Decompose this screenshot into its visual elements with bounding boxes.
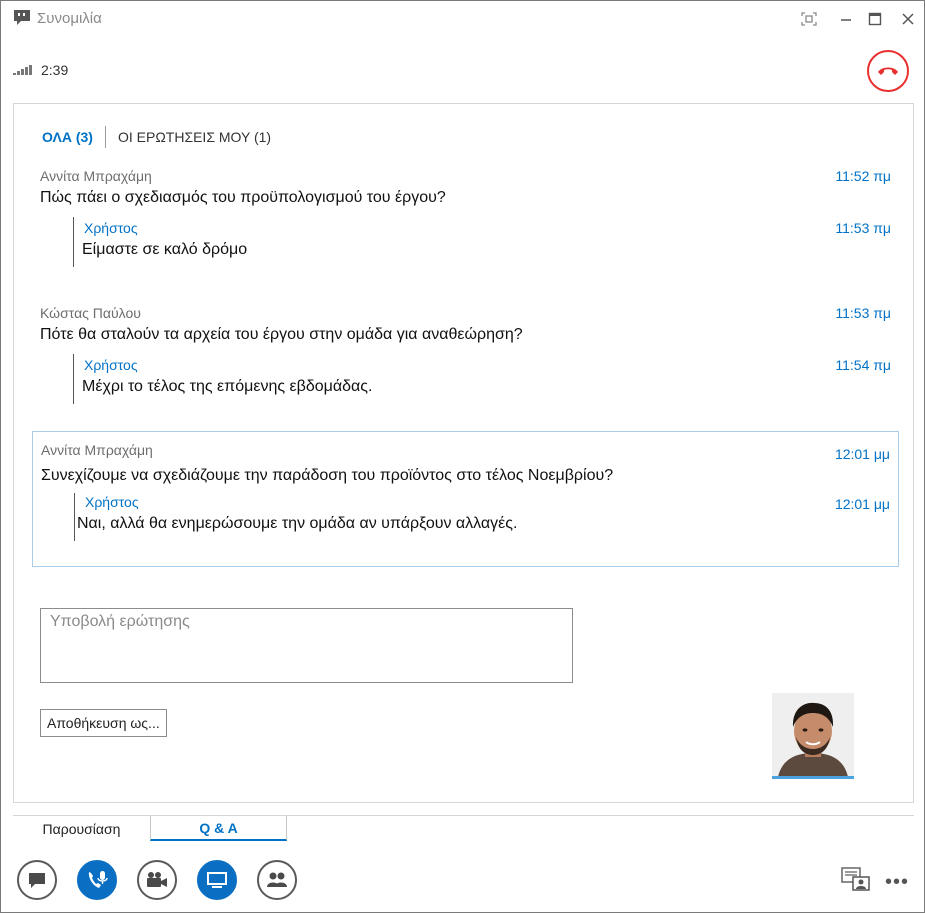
question-thread[interactable]: Αννίτα Μπραχάμη 11:52 πμ Πώς πάει ο σχεδ… <box>32 160 899 272</box>
close-button[interactable] <box>893 7 923 31</box>
reply-divider <box>73 354 74 404</box>
chat-bubble-icon <box>29 873 45 888</box>
conversation-app-icon <box>14 10 30 25</box>
reply-time: 12:01 μμ <box>834 496 890 512</box>
question-time: 11:52 πμ <box>835 168 891 184</box>
person-photo-icon <box>772 693 854 777</box>
conversation-window: Συνομιλία 2:39 ΟΛΑ (3) ΟΙ ΕΡΩΤΗΣΕΙΣ ΜΟΥ … <box>0 0 925 913</box>
avatar-active-indicator <box>772 776 854 779</box>
minimize-button[interactable] <box>831 7 861 31</box>
qa-panel: ΟΛΑ (3) ΟΙ ΕΡΩΤΗΣΕΙΣ ΜΟΥ (1) Αννίτα Μπρα… <box>13 103 914 803</box>
video-camera-icon <box>147 872 167 887</box>
hang-up-button[interactable] <box>867 50 909 92</box>
tab-my-questions[interactable]: ΟΙ ΕΡΩΤΗΣΕΙΣ ΜΟΥ (1) <box>106 129 271 145</box>
question-author: Αννίτα Μπραχάμη <box>41 442 153 458</box>
reply-text: Μέχρι το τέλος της επόμενης εβδομάδας. <box>82 378 373 395</box>
tab-presentation[interactable]: Παρουσίαση <box>13 816 150 841</box>
maximize-button[interactable] <box>860 7 890 31</box>
contact-card-icon <box>841 867 870 891</box>
participants-button[interactable] <box>257 860 297 900</box>
people-icon <box>267 872 287 887</box>
fullscreen-icon <box>801 12 817 26</box>
tab-all-questions[interactable]: ΟΛΑ (3) <box>42 129 105 145</box>
reply-text: Είμαστε σε καλό δρόμο <box>82 241 248 258</box>
fullscreen-button[interactable] <box>794 7 824 31</box>
tab-qa[interactable]: Q & A <box>150 816 287 841</box>
question-text: Συνεχίζουμε να σχεδιάζουμε την παράδοση … <box>41 467 614 484</box>
question-thread-selected[interactable]: Αννίτα Μπραχάμη 12:01 μμ Συνεχίζουμε να … <box>32 431 899 567</box>
qa-filter-tabs: ΟΛΑ (3) ΟΙ ΕΡΩΤΗΣΕΙΣ ΜΟΥ (1) <box>42 126 271 148</box>
audio-button[interactable] <box>77 860 117 900</box>
reply-divider <box>73 217 74 267</box>
save-as-button[interactable]: Αποθήκευση ως... <box>40 709 167 737</box>
contact-card-button[interactable] <box>841 867 871 896</box>
reply-divider <box>74 493 75 541</box>
question-author: Κώστας Παύλου <box>40 305 141 321</box>
content-tabs: Παρουσίαση Q & A <box>13 815 914 841</box>
minimize-icon <box>841 19 851 21</box>
hang-up-icon <box>878 67 898 75</box>
signal-strength-icon <box>13 65 32 75</box>
close-icon <box>902 13 914 25</box>
question-text: Πότε θα σταλούν τα αρχεία του έργου στην… <box>40 326 523 343</box>
question-time: 11:53 πμ <box>835 305 891 321</box>
maximize-icon <box>868 12 882 26</box>
im-button[interactable] <box>17 860 57 900</box>
submit-question-input[interactable] <box>40 608 573 683</box>
video-button[interactable] <box>137 860 177 900</box>
reply-text: Ναι, αλλά θα ενημερώσουμε την ομάδα αν υ… <box>77 515 518 532</box>
question-text: Πώς πάει ο σχεδιασμός του προϋπολογισμού… <box>40 189 446 206</box>
question-thread[interactable]: Κώστας Παύλου 11:53 πμ Πότε θα σταλούν τ… <box>32 297 899 409</box>
monitor-icon <box>207 872 227 888</box>
title-bar: Συνομιλία <box>1 1 924 37</box>
reply-time: 11:54 πμ <box>835 357 891 373</box>
reply-author: Χρήστος <box>85 494 139 510</box>
question-time: 12:01 μμ <box>834 446 890 462</box>
call-duration: 2:39 <box>41 62 69 78</box>
more-options-button[interactable]: ••• <box>885 871 909 894</box>
reply-time: 11:53 πμ <box>835 220 891 236</box>
phone-mic-icon <box>88 871 108 888</box>
reply-author: Χρήστος <box>84 357 138 373</box>
reply-author: Χρήστος <box>84 220 138 236</box>
window-title: Συνομιλία <box>37 10 102 27</box>
participant-avatar <box>772 693 854 777</box>
question-author: Αννίτα Μπραχάμη <box>40 168 152 184</box>
present-button[interactable] <box>197 860 237 900</box>
